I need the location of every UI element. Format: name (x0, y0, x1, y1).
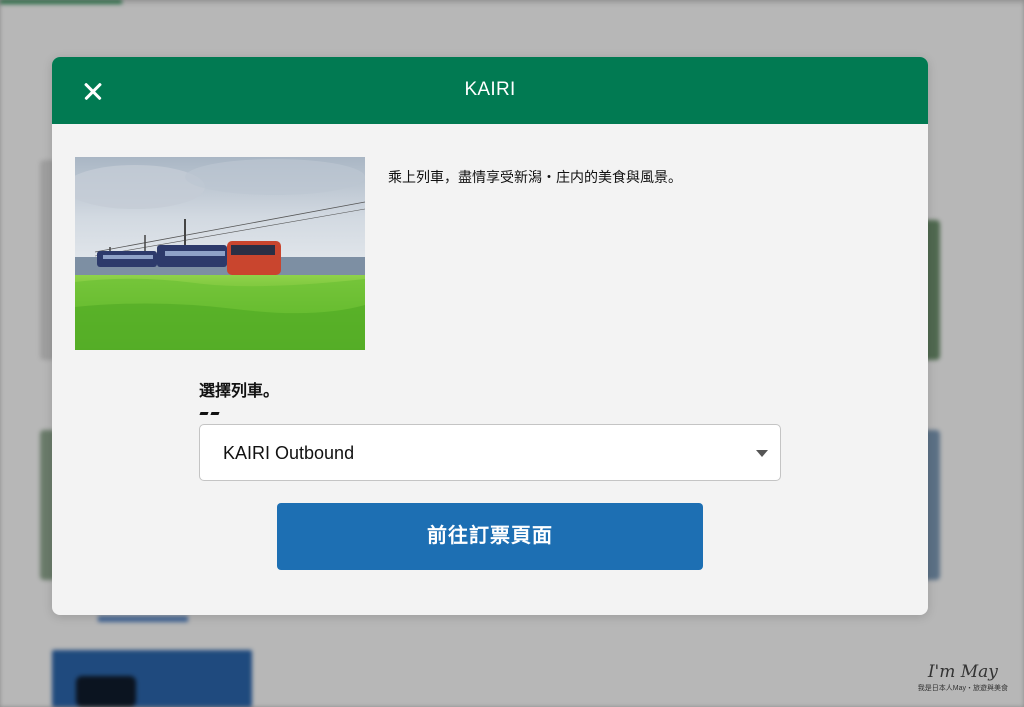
train-description: 乘上列車，盡情享受新潟・庄内的美食與風景。 (388, 169, 682, 185)
chevron-down-icon (756, 450, 768, 457)
watermark-logo: I'm May (927, 662, 998, 682)
modal-header: KAIRI (52, 57, 928, 124)
selected-train-value: KAIRI Outbound (223, 443, 355, 463)
modal-title: KAIRI (464, 79, 516, 100)
label-underline-decoration (199, 402, 232, 433)
watermark-subtitle: 我是日本人May・旅遊與美食 (917, 685, 1008, 692)
watermark: I'm May 我是日本人May・旅遊與美食 (918, 662, 1008, 693)
train-select-dropdown[interactable]: KAIRI Outbound (199, 424, 781, 481)
train-modal: KAIRI 乘上列車，盡情享受新潟・庄内的美食與風景。 選擇列車。 KAIRI … (52, 57, 928, 615)
select-train-label: 選擇列車。 (199, 383, 280, 400)
go-to-booking-button[interactable]: 前往訂票頁面 (277, 503, 703, 570)
train-photo (75, 157, 365, 350)
